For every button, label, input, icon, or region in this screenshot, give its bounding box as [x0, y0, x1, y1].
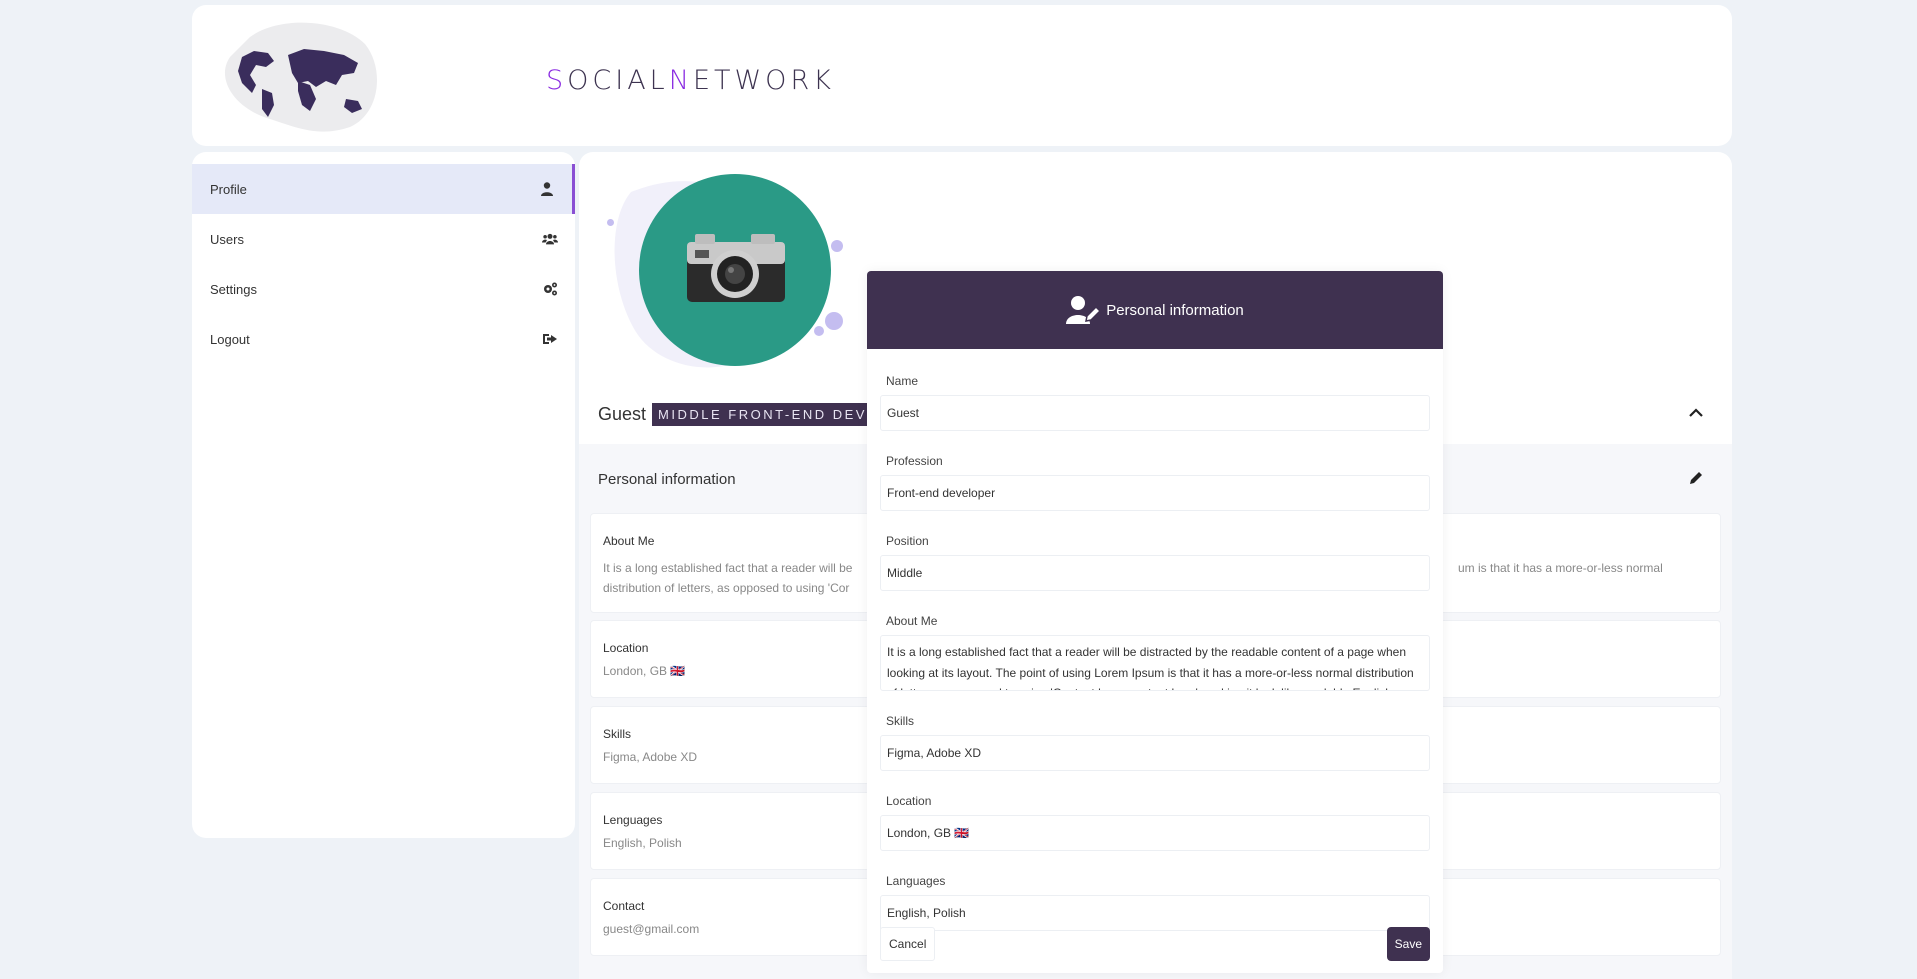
edit-personal-info-modal: Personal information Name Guest Professi…: [867, 271, 1443, 973]
info-value-part: um is that it has a more-or-less normal: [1458, 561, 1663, 575]
logo-letter-n: N: [668, 65, 693, 96]
sidebar-item-label: Profile: [210, 181, 247, 197]
logo-wordmark[interactable]: SOCIALNETWORK: [546, 65, 835, 96]
name-label: Name: [886, 374, 919, 388]
user-edit-icon: [1066, 296, 1101, 324]
logo-letter-s: S: [546, 65, 568, 96]
sidebar-item-profile[interactable]: Profile: [192, 164, 575, 214]
section-title: Personal information: [598, 471, 736, 488]
profession-field[interactable]: Front-end developer: [880, 475, 1430, 511]
sidebar-item-label: Logout: [210, 331, 250, 347]
name-field[interactable]: Guest: [880, 395, 1430, 431]
cancel-button[interactable]: Cancel: [880, 927, 936, 961]
camera-icon: [687, 234, 785, 302]
pencil-icon[interactable]: [1688, 470, 1704, 486]
top-header: SOCIALNETWORK: [192, 5, 1732, 146]
about-me-textarea[interactable]: It is a long established fact that a rea…: [880, 635, 1430, 691]
user-icon: [541, 182, 553, 196]
profile-name: Guest: [598, 404, 647, 424]
chevron-up-icon[interactable]: [1688, 405, 1704, 421]
position-label: Position: [886, 534, 929, 548]
sign-out-icon: [543, 334, 557, 344]
skills-label: Skills: [886, 714, 915, 728]
decorative-dot: [607, 219, 614, 226]
modal-title: Personal information: [1106, 301, 1244, 319]
sidebar-item-label: Users: [210, 231, 244, 247]
skills-field[interactable]: Figma, Adobe XD: [880, 735, 1430, 771]
users-icon: [542, 233, 558, 245]
sidebar: Profile Users Settings Logout: [192, 152, 575, 838]
about-me-label: About Me: [886, 614, 938, 628]
role-badge: MIDDLE FRONT-END DEVE: [652, 403, 885, 426]
gears-icon: [544, 282, 557, 296]
logo-text-part: ETWORK: [692, 65, 835, 96]
decorative-dot: [831, 240, 843, 252]
modal-footer: Cancel Save: [880, 927, 1430, 961]
sidebar-item-settings[interactable]: Settings: [192, 264, 575, 314]
sidebar-item-label: Settings: [210, 281, 257, 297]
location-field[interactable]: London, GB 🇬🇧: [880, 815, 1430, 851]
avatar-circle[interactable]: [639, 174, 831, 366]
location-label: Location: [886, 794, 932, 808]
sidebar-item-logout[interactable]: Logout: [192, 314, 575, 364]
info-value-part: It is a long established fact that a rea…: [603, 561, 853, 575]
logo-text-part: OCIAL: [567, 65, 669, 96]
position-field[interactable]: Middle: [880, 555, 1430, 591]
modal-header: Personal information: [867, 271, 1443, 349]
avatar: [601, 162, 843, 382]
world-map-logo-icon[interactable]: [220, 19, 380, 135]
languages-label: Languages: [886, 874, 946, 888]
modal-form: Name Guest Profession Front-end develope…: [867, 374, 1443, 931]
info-value-part: distribution of letters, as opposed to u…: [603, 581, 850, 595]
save-button[interactable]: Save: [1386, 927, 1430, 961]
languages-field[interactable]: English, Polish: [880, 895, 1430, 931]
profession-label: Profession: [886, 454, 943, 468]
sidebar-item-users[interactable]: Users: [192, 214, 575, 264]
